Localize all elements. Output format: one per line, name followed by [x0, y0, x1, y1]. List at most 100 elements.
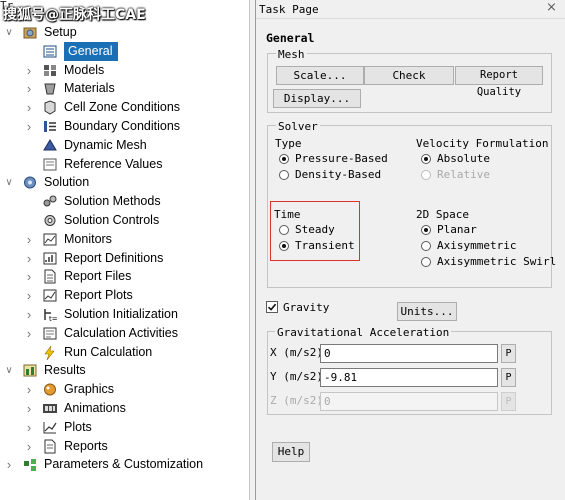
solution-controls-icon — [42, 213, 58, 228]
run-calculation-icon — [42, 345, 58, 360]
x-accel-field[interactable]: 0 — [320, 344, 498, 363]
reports-icon — [42, 439, 58, 454]
tree-item-solution-methods[interactable]: Solution Methods — [0, 192, 249, 211]
report-quality-button[interactable]: Report Quality — [455, 66, 543, 98]
close-icon[interactable]: × — [546, 0, 557, 15]
tree-item-animations[interactable]: › Animations — [0, 399, 249, 418]
solver-group-label: Solver — [276, 120, 320, 133]
x-accel-label: X (m/s2) — [270, 346, 323, 359]
density-based-radio[interactable] — [279, 170, 289, 180]
chevron-right-icon[interactable]: › — [24, 324, 34, 343]
y-accel-field[interactable]: -9.81 — [320, 368, 498, 387]
chevron-right-icon[interactable]: › — [24, 305, 34, 324]
pressure-based-radio[interactable] — [279, 154, 289, 164]
tree-item-boundary-conditions[interactable]: › Boundary Conditions — [0, 117, 249, 136]
gravity-checkbox[interactable] — [266, 301, 278, 313]
chevron-right-icon[interactable]: › — [24, 79, 34, 98]
tree-item-plots[interactable]: › Plots — [0, 418, 249, 437]
solution-icon — [22, 175, 38, 190]
tree-item-report-definitions[interactable]: › Report Definitions — [0, 249, 249, 268]
tree-item-label: Animations — [64, 401, 126, 415]
z-parameter-button: P — [501, 392, 516, 411]
tree-item-cell-zone-conditions[interactable]: › Cell Zone Conditions — [0, 98, 249, 117]
report-files-icon — [42, 269, 58, 284]
chevron-right-icon[interactable]: › — [4, 455, 14, 474]
chevron-down-icon[interactable]: ∨ — [4, 173, 14, 192]
z-accel-label: Z (m/s2) — [270, 394, 323, 407]
solution-methods-icon — [42, 194, 58, 209]
tree-item-models[interactable]: › Models — [0, 61, 249, 80]
chevron-right-icon[interactable]: › — [24, 230, 34, 249]
tree-item-label: Dynamic Mesh — [64, 137, 147, 152]
chevron-right-icon[interactable]: › — [24, 418, 34, 437]
tree-item-dynamic-mesh[interactable]: Dynamic Mesh — [0, 136, 249, 155]
setup-icon — [22, 25, 38, 40]
monitors-icon — [42, 232, 58, 247]
chevron-right-icon[interactable]: › — [24, 399, 34, 418]
models-icon — [42, 63, 58, 78]
chevron-down-icon[interactable]: ∨ — [4, 361, 14, 380]
task-page-titlebar: Task Page × — [256, 0, 565, 19]
tree-item-calculation-activities[interactable]: › Calculation Activities — [0, 324, 249, 343]
chevron-right-icon[interactable]: › — [24, 380, 34, 399]
results-icon — [22, 363, 38, 378]
plots-icon — [42, 420, 58, 435]
x-parameter-button[interactable]: P — [501, 344, 516, 363]
chevron-right-icon[interactable]: › — [24, 249, 34, 268]
chevron-right-icon[interactable]: › — [24, 286, 34, 305]
tree-item-general[interactable]: General — [0, 41, 249, 61]
tree-item-label: Reports — [64, 438, 108, 453]
chevron-right-icon[interactable]: › — [24, 61, 34, 80]
velocity-formulation-label: Velocity Formulation — [416, 137, 549, 150]
tree-item-run-calculation[interactable]: Run Calculation — [0, 343, 249, 362]
tree-item-report-files[interactable]: › Report Files — [0, 267, 249, 286]
chevron-right-icon[interactable]: › — [24, 117, 34, 136]
chevron-right-icon[interactable]: › — [24, 267, 34, 286]
tree-item-report-plots[interactable]: › Report Plots — [0, 286, 249, 305]
page-heading: General — [266, 31, 315, 45]
display-button[interactable]: Display... — [273, 89, 361, 108]
tree-item-solution-controls[interactable]: Solution Controls — [0, 211, 249, 230]
absolute-radio[interactable] — [421, 154, 431, 164]
watermark: 搜狐号@正脉科工CAE — [3, 7, 146, 23]
tree-item-label: Solution Methods — [64, 194, 161, 209]
tree-item-graphics[interactable]: › Graphics — [0, 380, 249, 399]
chevron-right-icon[interactable]: › — [24, 437, 34, 456]
reference-values-icon — [42, 157, 58, 172]
tree-item-label: Solution Initialization — [64, 307, 178, 321]
tree-item-label: Run Calculation — [64, 344, 153, 359]
planar-radio[interactable] — [421, 225, 431, 235]
tree-item-solution[interactable]: ∨ Solution — [0, 173, 249, 192]
axisymmetric-swirl-label: Axisymmetric Swirl — [437, 255, 557, 268]
boundary-icon — [42, 119, 58, 134]
check-button[interactable]: Check — [364, 66, 454, 85]
tree-item-label: Report Files — [64, 269, 132, 284]
tree-item-monitors[interactable]: › Monitors — [0, 230, 249, 249]
tree-item-results[interactable]: ∨ Results — [0, 361, 249, 380]
tree-item-solution-initialization[interactable]: › t=0 Solution Initialization — [0, 305, 249, 324]
materials-icon — [42, 81, 58, 96]
dynamic-mesh-icon — [42, 138, 58, 153]
axisymmetric-radio[interactable] — [421, 241, 431, 251]
axisymmetric-swirl-radio[interactable] — [421, 257, 431, 267]
tree-item-reference-values[interactable]: Reference Values — [0, 155, 249, 174]
planar-label: Planar — [437, 223, 477, 236]
tree-item-parameters-customization[interactable]: › Parameters & Customization — [0, 455, 249, 474]
tree-item-materials[interactable]: › Materials — [0, 79, 249, 98]
transient-radio[interactable] — [279, 241, 289, 251]
tree-item-label: Reference Values — [64, 156, 163, 171]
scale-button[interactable]: Scale... — [276, 66, 364, 85]
tree-item-setup[interactable]: ∨ Setup — [0, 23, 249, 42]
time-label: Time — [274, 208, 301, 221]
help-button[interactable]: Help — [272, 442, 310, 462]
report-definitions-icon — [42, 251, 58, 266]
tree-item-label: Report Definitions — [64, 250, 164, 265]
tree-item-reports[interactable]: › Reports — [0, 437, 249, 456]
chevron-down-icon[interactable]: ∨ — [4, 23, 14, 42]
parameters-icon — [22, 457, 38, 472]
chevron-right-icon[interactable]: › — [24, 98, 34, 117]
y-parameter-button[interactable]: P — [501, 368, 516, 387]
units-button[interactable]: Units... — [397, 302, 457, 321]
steady-radio[interactable] — [279, 225, 289, 235]
mesh-group-label: Mesh — [276, 48, 307, 61]
